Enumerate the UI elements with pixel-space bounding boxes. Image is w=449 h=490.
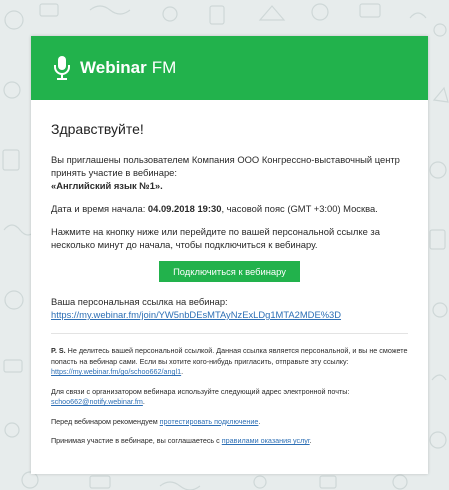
instruction-text: Нажмите на кнопку ниже или перейдите по … (51, 226, 380, 250)
connect-webinar-button[interactable]: Подключиться к вебинару (159, 261, 300, 282)
recommend-note: Перед вебинаром рекомендуем протестирова… (51, 416, 261, 426)
button-wrap: Подключиться к вебинару (51, 261, 408, 282)
brand-logo: Webinar FM (80, 58, 176, 78)
contact-email-link[interactable]: schoo662@notify.webinar.fm (51, 397, 143, 406)
share-link[interactable]: https://my.webinar.fm/go/schoo662/angl1 (51, 367, 181, 376)
email-card: Webinar FM Здравствуйте! Вы приглашены по… (31, 36, 428, 474)
ps-note: P. S. Не делитесь вашей персональной ссы… (51, 346, 408, 376)
webinar-title: «Английский язык №1». (51, 180, 163, 191)
divider (51, 333, 408, 334)
terms-link[interactable]: правилами оказания услуг (222, 436, 310, 445)
brand-suffix: FM (151, 58, 177, 77)
start-datetime: Дата и время начала: 04.09.2018 19:30, ч… (51, 203, 378, 214)
personal-link-block: Ваша персональная ссылка на вебинар: htt… (51, 295, 408, 321)
invite-text: Вы приглашены пользователем Компания ООО… (51, 154, 400, 191)
contact-note: Для связи с организатором вебинара испол… (51, 386, 350, 407)
brand-name: Webinar (80, 58, 147, 77)
email-header: Webinar FM (31, 36, 428, 100)
test-connection-link[interactable]: протестировать подключение (160, 417, 259, 426)
microphone-icon (54, 56, 70, 80)
personal-link[interactable]: https://my.webinar.fm/join/YW5nbDEsMTAyN… (51, 309, 341, 320)
start-datetime-value: 04.09.2018 19:30 (147, 203, 222, 214)
greeting: Здравствуйте! (51, 121, 144, 137)
personal-link-label: Ваша персональная ссылка на вебинар: (51, 296, 228, 307)
email-body: Здравствуйте! Вы приглашены пользователе… (31, 100, 428, 447)
terms-note: Принимая участие в вебинаре, вы соглашае… (51, 436, 312, 445)
